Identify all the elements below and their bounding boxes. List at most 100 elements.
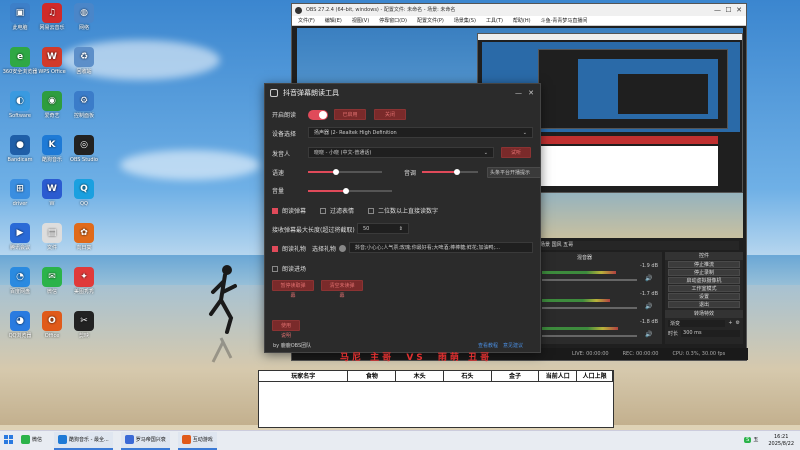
app-icon: ▣	[10, 3, 30, 23]
follow-button[interactable]: 头条平台开播提示	[487, 167, 541, 178]
dialog-titlebar[interactable]: 抖音弹幕朗读工具 — ✕	[265, 84, 540, 102]
stepper-icon[interactable]: ⇕	[399, 224, 403, 234]
gear-icon[interactable]: ⚙	[736, 320, 740, 327]
volume-slider[interactable]	[542, 307, 637, 309]
enabled-button[interactable]: 已启用	[334, 109, 366, 120]
column-header: 玩家名字	[259, 371, 349, 381]
table-header: 玩家名字 食物 木头 石头 金子 当前人口 人口上限	[259, 371, 613, 382]
control-button[interactable]: 设置	[668, 293, 740, 300]
minimize-icon[interactable]: —	[515, 84, 522, 102]
cpu-status: CPU: 0.3%, 30.00 fps	[672, 351, 726, 357]
menu-item[interactable]: 停靠窗口(D)	[379, 16, 407, 25]
transition-select[interactable]: 渐变	[668, 320, 726, 327]
speed-fill	[308, 171, 337, 173]
speaker-icon[interactable]: 🔊	[645, 275, 652, 282]
clear-button[interactable]: 清空未读弹幕	[321, 280, 363, 299]
volume-meter	[542, 299, 611, 302]
obs-title: OBS 27.2.4 (64-bit, windows) - 配置文件: 未命名…	[306, 7, 456, 13]
clock-time: 16:21	[773, 433, 789, 440]
desktop-icon[interactable]: ✿ 向日葵	[64, 223, 104, 251]
enable-toggle[interactable]	[308, 109, 328, 120]
clock-date: 2025/8/22	[768, 440, 794, 447]
start-button[interactable]	[0, 432, 17, 450]
control-button[interactable]: 停止推流	[668, 261, 740, 268]
windows-icon	[4, 435, 13, 444]
desktop-icon-label: 回收站	[76, 69, 92, 75]
control-button[interactable]: 启动虚拟摄像机	[668, 277, 740, 284]
filter-expr-checkbox[interactable]	[320, 207, 327, 214]
scene-bar: 场景 国风 五哥	[537, 241, 739, 250]
menu-item[interactable]: 配置文件(P)	[417, 16, 444, 25]
menu-item[interactable]: 文件(F)	[298, 16, 315, 25]
menu-item[interactable]: 斗鱼-青青梦马直播间	[541, 16, 588, 25]
speed-knob[interactable]	[333, 169, 340, 175]
clock[interactable]: 16:21 2025/8/22	[762, 434, 800, 448]
app-icon: O	[42, 311, 62, 331]
window-controls[interactable]: — ☐ ✕	[714, 4, 742, 16]
add-transition-icon[interactable]: +	[728, 320, 732, 327]
app-icon	[181, 435, 191, 444]
duration-input[interactable]: 300 ms	[681, 330, 740, 337]
tutorial-link[interactable]: 查看教程	[478, 342, 498, 349]
taskbar-label: 互动游戏	[192, 437, 213, 443]
volume-slider[interactable]	[542, 335, 637, 337]
vs-label: VS	[406, 353, 426, 363]
gift-select[interactable]: 抖音;小心心;人气票;玫瑰;你最好看;大啤酒;棒棒糖;鲜花;加油鸭;...	[349, 242, 533, 253]
disable-button[interactable]: 关闭	[374, 109, 406, 120]
danmaku-reader-dialog[interactable]: 抖音弹幕朗读工具 — ✕ 开启朗读 已启用 关闭 设备选择 扬声器 (2- Re…	[264, 83, 541, 353]
maxlen-input[interactable]: 50 ⇕	[357, 223, 409, 234]
speaker-icon[interactable]: 🔊	[645, 331, 652, 338]
volume-label: 音量	[272, 188, 285, 195]
control-button[interactable]: 停止录制	[668, 269, 740, 276]
pitch-knob[interactable]	[453, 169, 460, 175]
team-left: 马尼	[340, 353, 365, 363]
speaker-icon[interactable]: 🔊	[645, 303, 652, 310]
mixer-channel: -1.7 dB 🔊	[537, 291, 662, 319]
mixer-channel: -1.8 dB 🔊	[537, 319, 662, 347]
gift-checkbox[interactable]	[272, 245, 278, 252]
voice-select[interactable]: 晓晓 - 小晓 (中文-普通话) ⌄	[308, 147, 494, 158]
menu-item[interactable]: 场景集(S)	[454, 16, 476, 25]
enter-checkbox[interactable]	[272, 265, 278, 272]
maxlen-label: 接收弹幕最大长度(超过将截取)	[272, 227, 355, 234]
app-icon: ✉	[42, 267, 62, 287]
filter-expr-label: 过滤表情	[330, 208, 355, 215]
volume-knob[interactable]	[342, 188, 349, 194]
volume-meter	[542, 327, 618, 330]
voice-test-button[interactable]: 试听	[501, 147, 531, 158]
taskbar-item[interactable]: 互动游戏	[177, 431, 217, 450]
device-select[interactable]: 扬声器 (2- Realtek High Definition ⌄	[308, 127, 533, 138]
desktop-icon[interactable]: ⚙ 控制面板	[64, 91, 104, 119]
feedback-link[interactable]: 意见建议	[503, 342, 523, 349]
menu-item[interactable]: 视图(V)	[352, 16, 369, 25]
taskbar-item[interactable]: 罗马帝国兴衰	[120, 431, 170, 450]
obs-titlebar[interactable]: OBS 27.2.4 (64-bit, windows) - 配置文件: 未命名…	[292, 4, 746, 16]
menu-item[interactable]: 编辑(E)	[325, 16, 342, 25]
desktop-icon[interactable]: ♻ 回收站	[64, 47, 104, 75]
desktop-icon[interactable]: ◍ 网络	[64, 3, 104, 31]
taskbar-item[interactable]: 微信	[17, 432, 46, 450]
help-button[interactable]: 使用说明	[272, 320, 300, 339]
pause-button[interactable]: 暂停读取弹幕	[272, 280, 314, 299]
control-button[interactable]: 退出	[668, 301, 740, 308]
desktop-icon[interactable]: ✦ 美图秀秀	[64, 267, 104, 295]
volume-slider[interactable]	[542, 279, 637, 281]
control-button[interactable]: 工作室模式	[668, 285, 740, 292]
desktop-icon-label: OBS Studio	[70, 157, 98, 163]
desktop-icon[interactable]: ◎ OBS Studio	[64, 135, 104, 163]
menu-item[interactable]: 工具(T)	[486, 16, 503, 25]
ime-indicator[interactable]: S五	[740, 432, 762, 450]
read-danmaku-checkbox[interactable]	[272, 207, 278, 214]
menu-item[interactable]: 帮助(H)	[513, 16, 531, 25]
taskbar-item[interactable]: 酷狗音乐 - 最全...	[54, 431, 113, 450]
desktop-icon[interactable]: ✂ 剪映	[64, 311, 104, 339]
read-numbers-checkbox[interactable]	[368, 207, 375, 214]
desktop-icon[interactable]: Q QQ	[64, 179, 104, 207]
column-header: 木头	[396, 371, 444, 381]
app-icon: Q	[74, 179, 94, 199]
gift-label: 朗读礼物	[282, 246, 307, 253]
info-icon[interactable]	[339, 245, 347, 252]
close-icon[interactable]: ✕	[528, 84, 534, 102]
app-icon: W	[42, 47, 62, 67]
volume-meter	[542, 271, 617, 274]
